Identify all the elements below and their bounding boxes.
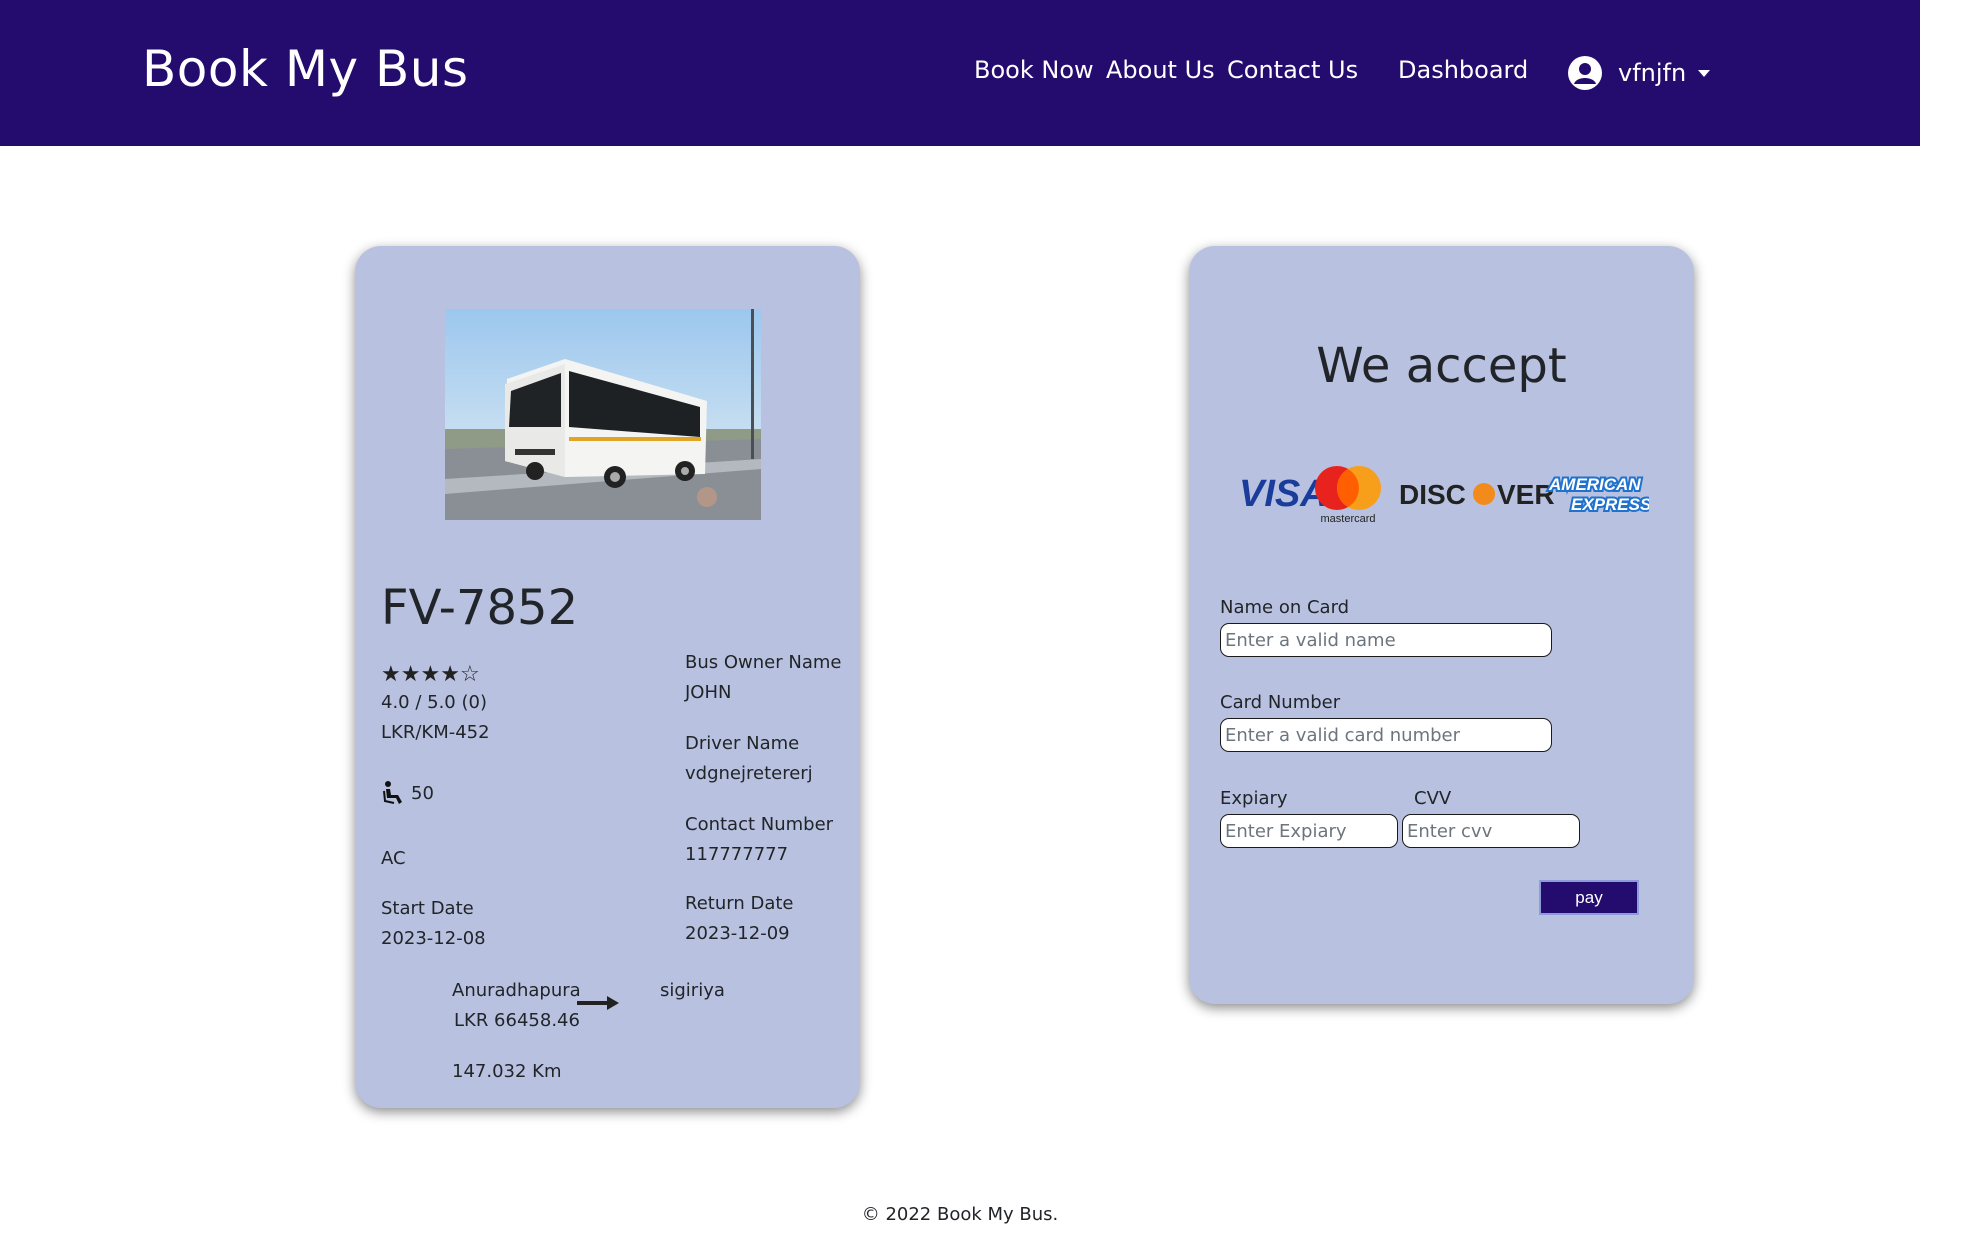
rating-stars: ★★★★☆ (381, 664, 480, 686)
star-filled-icon: ★ (381, 662, 401, 687)
seat-count-value: 50 (411, 782, 434, 804)
footer-copyright: © 2022 Book My Bus. (861, 1204, 1059, 1225)
trip-distance: 147.032 Km (452, 1061, 562, 1082)
cvv-label: CVV (1414, 788, 1452, 809)
name-on-card-label: Name on Card (1220, 597, 1350, 618)
user-avatar-icon (1568, 56, 1602, 90)
card-brand-logos: VISA mastercard DISC VER AMERICAN EXPRES… (1239, 466, 1649, 525)
payment-card: We accept VISA mastercard DISC VER AMERI… (1189, 246, 1694, 1004)
brand-logo[interactable]: Book My Bus (142, 40, 469, 98)
user-menu-dropdown[interactable]: vfnjfn (1568, 56, 1711, 90)
seat-count: 50 (381, 780, 434, 806)
bus-number-title: FV-7852 (381, 580, 579, 636)
star-filled-icon: ★ (400, 662, 421, 687)
rating-text: 4.0 / 5.0 (0) (381, 692, 487, 713)
name-on-card-input[interactable] (1220, 623, 1552, 657)
route-to: sigiriya (660, 980, 725, 1001)
card-number-input[interactable] (1220, 718, 1552, 752)
expiry-input[interactable] (1220, 814, 1398, 848)
route-from: Anuradhapura (452, 980, 581, 1001)
star-filled-icon: ★ (420, 662, 441, 687)
arrow-right-icon (577, 996, 619, 1010)
contact-label: Contact Number (685, 814, 834, 835)
discover-logo-icon: DISC VER (1399, 479, 1555, 510)
star-filled-icon: ★ (440, 662, 460, 687)
seat-icon (383, 781, 402, 804)
expiry-label: Expiary (1220, 788, 1288, 809)
star-empty-icon: ☆ (459, 662, 480, 687)
svg-text:AMERICAN: AMERICAN (1548, 475, 1641, 494)
rate-per-km: LKR/KM-452 (381, 722, 490, 743)
driver-label: Driver Name (685, 733, 800, 754)
svg-text:DISC: DISC (1399, 479, 1466, 510)
bus-type: AC (381, 848, 406, 869)
contact-value: 117777777 (685, 844, 789, 865)
svg-text:VISA: VISA (1239, 473, 1328, 515)
start-date-label: Start Date (381, 898, 474, 919)
mastercard-logo-icon: mastercard (1315, 466, 1381, 525)
nav-contact-us[interactable]: Contact Us (1227, 56, 1358, 84)
return-date-value: 2023-12-09 (685, 923, 790, 944)
driver-value: vdgnejretererj (685, 763, 813, 784)
svg-text:VER: VER (1497, 479, 1555, 510)
nav-about-us[interactable]: About Us (1106, 56, 1215, 84)
svg-text:mastercard: mastercard (1320, 513, 1375, 525)
bus-details-card: FV-7852 ★★★★☆ 4.0 / 5.0 (0) LKR/KM-452 5… (355, 246, 860, 1108)
nav-book-now[interactable]: Book Now (974, 56, 1094, 84)
amex-logo-icon: AMERICAN EXPRESS (1546, 473, 1649, 516)
top-navbar: Book My Bus Book Now About Us Contact Us… (0, 0, 1920, 146)
nav-dashboard[interactable]: Dashboard (1398, 56, 1528, 84)
owner-label: Bus Owner Name (685, 652, 842, 673)
pay-button[interactable]: pay (1539, 880, 1639, 915)
visa-logo-icon: VISA (1239, 473, 1328, 515)
card-number-label: Card Number (1220, 692, 1341, 713)
owner-value: JOHN (685, 682, 732, 703)
chevron-down-icon (1698, 69, 1711, 77)
we-accept-title: We accept (1316, 338, 1567, 394)
trip-price: LKR 66458.46 (454, 1010, 580, 1031)
start-date-value: 2023-12-08 (381, 928, 486, 949)
return-date-label: Return Date (685, 893, 794, 914)
cvv-input[interactable] (1402, 814, 1580, 848)
username-label: vfnjfn (1618, 59, 1687, 87)
bus-image (445, 309, 761, 520)
svg-text:EXPRESS: EXPRESS (1571, 495, 1649, 514)
